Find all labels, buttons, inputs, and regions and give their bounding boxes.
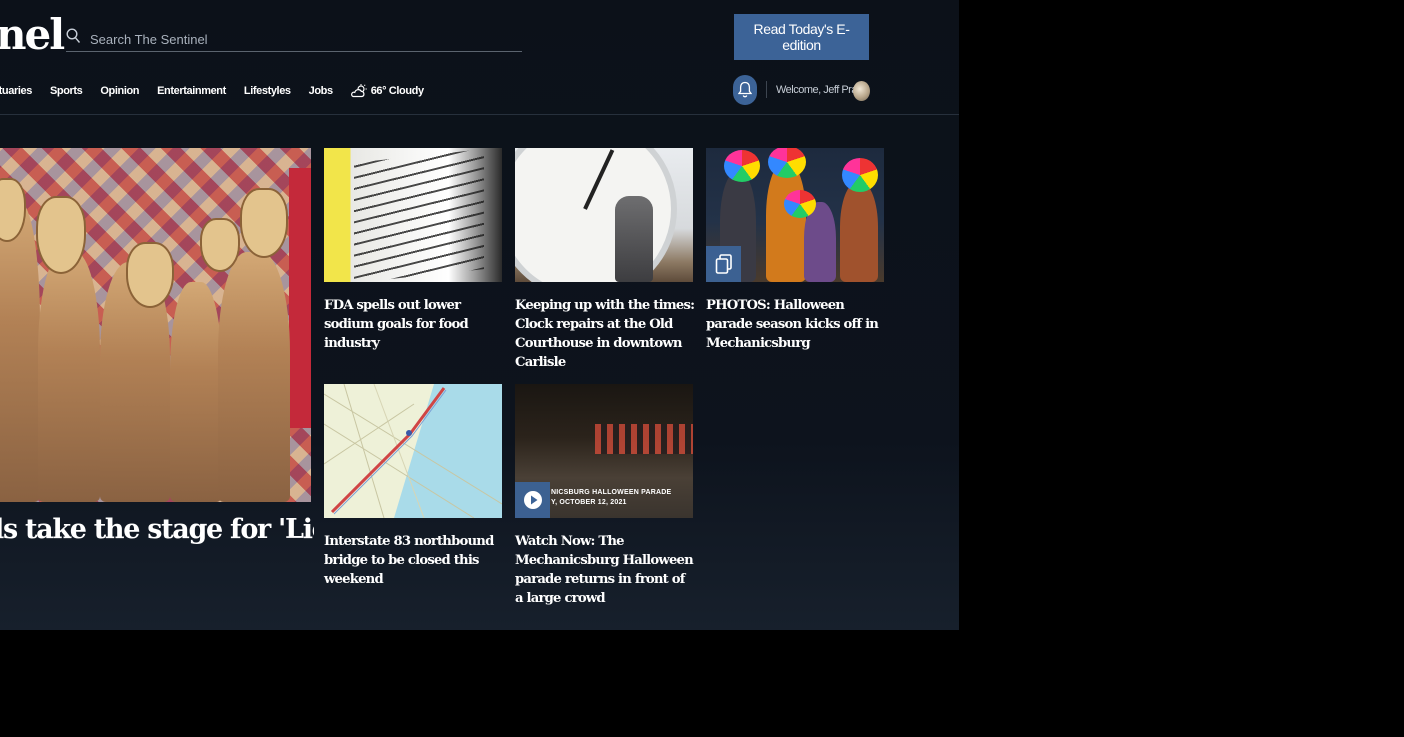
- nav-item-opinion[interactable]: Opinion: [100, 85, 139, 97]
- video-caption: NICSBURG HALLOWEEN PARADE Y, OCTOBER 12,…: [551, 488, 671, 508]
- site-logo[interactable]: nel: [0, 10, 65, 59]
- clown-wig: [724, 150, 760, 182]
- partly-cloudy-icon: [350, 84, 367, 98]
- gallery-icon: [715, 254, 732, 274]
- lion-mask: [36, 196, 86, 274]
- video-caption-line2: Y, OCTOBER 12, 2021: [551, 499, 627, 506]
- story-video-parade[interactable]: NICSBURG HALLOWEEN PARADE Y, OCTOBER 12,…: [515, 384, 693, 518]
- hero-figure: [170, 282, 222, 502]
- header-rule: [0, 114, 959, 115]
- map-graphic: [324, 384, 502, 518]
- page: nel Read Today's E-edition ituaries Spor…: [0, 0, 959, 630]
- hero-image[interactable]: [0, 148, 311, 502]
- nav-item-entertainment[interactable]: Entertainment: [157, 85, 226, 97]
- search-input[interactable]: [88, 28, 512, 50]
- story-image-nutrition[interactable]: [324, 148, 502, 282]
- nav-item-sports[interactable]: Sports: [50, 85, 83, 97]
- search-icon[interactable]: [66, 28, 81, 44]
- video-caption-line1: NICSBURG HALLOWEEN PARADE: [551, 489, 672, 496]
- story-headline-5[interactable]: Watch Now: The Mechanicsburg Halloween p…: [515, 532, 695, 608]
- nav-item-jobs[interactable]: Jobs: [309, 85, 333, 97]
- gallery-badge[interactable]: [706, 246, 741, 282]
- clown-wig: [768, 148, 806, 178]
- weather-widget[interactable]: 66° Cloudy: [350, 84, 424, 98]
- eedition-button[interactable]: Read Today's E-edition: [734, 14, 869, 60]
- header-divider: [766, 81, 767, 98]
- lion-mask: [240, 188, 288, 258]
- costumed-kid: [840, 182, 878, 282]
- story-headline-2[interactable]: Keeping up with the times: Clock repairs…: [515, 296, 695, 372]
- notifications-button[interactable]: [733, 75, 757, 105]
- welcome-text[interactable]: Welcome, Jeff Pratt: [776, 84, 863, 96]
- costumed-kid: [766, 162, 806, 282]
- nutrition-label-lines: [354, 149, 484, 282]
- hero-headline[interactable]: ls take the stage for 'Lion King: [0, 514, 314, 545]
- weather-label: 66° Cloudy: [370, 85, 424, 97]
- story-headline-3[interactable]: PHOTOS: Halloween parade season kicks of…: [706, 296, 886, 353]
- parade-crowd-lights: [595, 424, 693, 454]
- story-headline-4[interactable]: Interstate 83 northbound bridge to be cl…: [324, 532, 504, 589]
- hero-figure: [0, 202, 40, 502]
- story-image-map[interactable]: [324, 384, 502, 518]
- lion-mask: [200, 218, 240, 272]
- nav-item-lifestyles[interactable]: Lifestyles: [244, 85, 291, 97]
- play-badge[interactable]: [515, 482, 550, 518]
- clown-wig: [784, 190, 816, 218]
- hero-figure: [38, 252, 100, 502]
- nav-item-obituaries[interactable]: ituaries: [0, 85, 32, 97]
- story-image-clock[interactable]: [515, 148, 693, 282]
- hero-bg-stripe: [289, 168, 311, 428]
- clock-repairman: [615, 196, 653, 282]
- user-avatar[interactable]: [853, 81, 870, 101]
- hero-figure: [218, 252, 290, 502]
- play-icon: [523, 491, 542, 509]
- story-image-halloween[interactable]: [706, 148, 884, 282]
- clown-wig: [842, 158, 878, 192]
- search-bar[interactable]: [66, 24, 522, 52]
- bell-icon: [738, 81, 752, 98]
- story-headline-1[interactable]: FDA spells out lower sodium goals for fo…: [324, 296, 504, 353]
- main-nav: ituaries Sports Opinion Entertainment Li…: [0, 82, 424, 100]
- lion-mask: [126, 242, 174, 308]
